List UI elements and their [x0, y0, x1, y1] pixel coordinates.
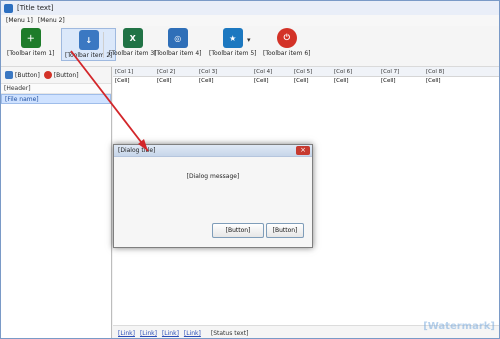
tool-exit-button[interactable]: ⏻ [Toolbar item 6] [263, 28, 310, 57]
online-icon: ◎ [167, 28, 188, 48]
col-header[interactable]: [Col 8] [424, 69, 499, 75]
table-cell: [Cell] [334, 78, 349, 85]
recommend-dropdown[interactable]: ▾ [247, 36, 251, 44]
prompt-dialog: [Dialog title] × [Dialog message] [Butto… [113, 144, 313, 248]
table-cell: [Cell] [115, 78, 130, 85]
dialog-title: [Dialog title] [114, 145, 312, 157]
toolbar-separator [103, 32, 104, 58]
add-list-icon: ＋ [20, 28, 41, 48]
table-body: [Cell] [Cell] [Cell] [Cell] [Cell] [Cell] [Cel… [113, 77, 499, 86]
excel-icon: X [122, 28, 143, 48]
table-cell: [Cell] [157, 78, 172, 85]
menu-user-info[interactable]: [Menu 1] [6, 17, 33, 24]
title-bar: [Title text] [1, 1, 499, 16]
file-list-header: [Header] [1, 84, 111, 94]
chevron-down-icon: ▾ [247, 36, 251, 44]
next-page-link[interactable]: [Link] [162, 330, 179, 337]
table-cell: [Cell] [294, 78, 309, 85]
tool-filter-button[interactable]: X [Toolbar item 3] [109, 28, 156, 57]
activate-now-button[interactable]: [Button] [212, 223, 264, 238]
export-icon: ↓ [78, 30, 99, 50]
last-page-link[interactable]: [Link] [184, 330, 201, 337]
file-list-item[interactable]: [File name] [1, 94, 111, 104]
table-header: [Col 1] [Col 2] [Col 3] [Col 4] [Col 5] … [113, 67, 499, 77]
power-icon: ⏻ [276, 28, 297, 48]
app-icon [4, 3, 13, 13]
app-window: [Title text] [Menu 1] [Menu 2] ＋ [Toolba… [0, 0, 500, 339]
menu-online-service[interactable]: [Menu 2] [38, 17, 65, 24]
file-panel-toolbar: [Button] [Button] [1, 67, 111, 84]
open-button[interactable]: [Button] [5, 71, 40, 79]
col-header[interactable]: [Col 6] [332, 69, 379, 75]
recommend-icon: ★ [222, 28, 243, 48]
table-cell: [Cell] [426, 78, 441, 85]
folder-icon [5, 71, 13, 79]
col-header[interactable]: [Col 3] [197, 69, 252, 75]
tool-select-file-button[interactable]: ＋ [Toolbar item 1] [7, 28, 54, 57]
file-panel: [Button] [Button] [Header] [File name] [1, 67, 112, 338]
toolbar: ＋ [Toolbar item 1] ↓ [Toolbar item 2] X … [1, 26, 499, 67]
table-cell: [Cell] [254, 78, 269, 85]
col-header[interactable]: [Col 4] [252, 69, 292, 75]
first-page-link[interactable]: [Link] [118, 330, 135, 337]
remove-icon [43, 71, 52, 79]
prev-page-link[interactable]: [Link] [140, 330, 157, 337]
watermark: [Watermark] [423, 321, 495, 332]
col-header[interactable]: [Col 2] [155, 69, 197, 75]
table-cell: [Cell] [199, 78, 214, 85]
col-header[interactable]: [Col 7] [379, 69, 424, 75]
cancel-button[interactable]: [Button] [266, 223, 304, 238]
dialog-message: [Dialog message] [186, 172, 240, 180]
table-row[interactable]: [Cell] [Cell] [Cell] [Cell] [Cell] [Cell] [Cel… [113, 77, 499, 86]
col-header[interactable]: [Col 5] [292, 69, 332, 75]
col-header[interactable]: [Col 1] [113, 69, 155, 75]
close-icon[interactable]: × [296, 146, 310, 155]
remove-file-button[interactable]: [Button] [43, 71, 79, 79]
tool-online-service-button[interactable]: ◎ [Toolbar item 4] [154, 28, 201, 57]
page-info: [Status text] [210, 330, 249, 337]
table-cell: [Cell] [381, 78, 396, 85]
window-title: [Title text] [17, 4, 54, 12]
